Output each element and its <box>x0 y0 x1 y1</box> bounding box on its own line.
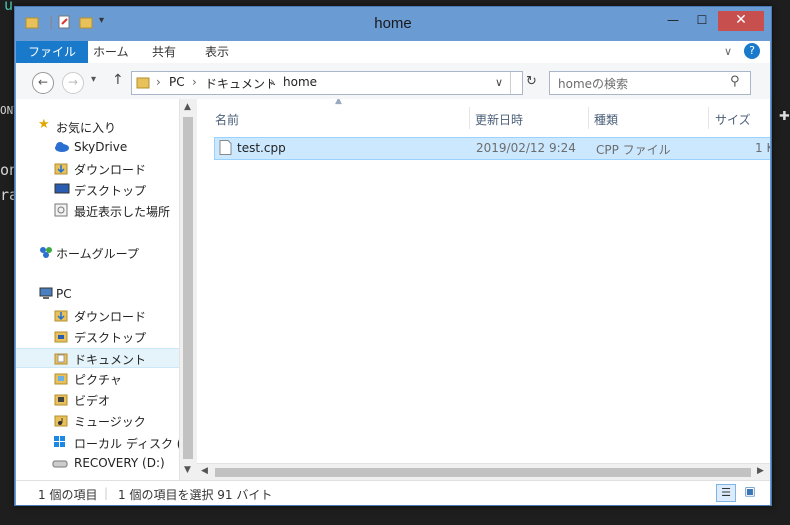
nav-item-recent-places[interactable]: 最近表示した場所 <box>16 200 179 220</box>
nav-item-fav-desktop[interactable]: デスクトップ <box>16 179 179 199</box>
videos-folder-icon <box>54 392 68 406</box>
recent-places-icon <box>54 203 68 217</box>
file-name: test.cpp <box>237 141 286 155</box>
downloads-folder-icon <box>54 308 68 322</box>
computer-icon <box>38 287 53 300</box>
ribbon-expand-icon[interactable]: ∨ <box>724 45 732 58</box>
nav-item-pc-downloads[interactable]: ダウンロード <box>16 305 179 325</box>
nav-item-pc[interactable]: PC <box>16 284 179 304</box>
star-icon: ★ <box>38 117 50 132</box>
separator: | <box>104 486 109 500</box>
breadcrumb-documents[interactable]: ドキュメント <box>205 75 277 92</box>
tab-file[interactable]: ファイル <box>16 41 89 63</box>
desktop-icon <box>54 182 70 195</box>
nav-item-skydrive[interactable]: SkyDrive <box>16 137 179 157</box>
file-modified: 2019/02/12 9:24 <box>476 141 576 155</box>
title-bar[interactable]: | ▾ home — ☐ ✕ <box>15 7 771 41</box>
address-bar-row: ← → ▾ ↑ › PC › ドキュメント › home ∨ ↻ homeの検索… <box>16 63 770 100</box>
scroll-left-icon[interactable]: ◀ <box>201 466 208 476</box>
cloud-icon <box>54 140 69 153</box>
maximize-button[interactable]: ☐ <box>689 11 715 31</box>
nav-item-local-disk[interactable]: ローカル ディスク (C <box>16 432 179 452</box>
address-dropdown-icon[interactable]: ∨ <box>495 76 503 89</box>
nav-item-documents[interactable]: ドキュメント <box>16 348 179 368</box>
up-button[interactable]: ↑ <box>112 72 124 88</box>
explorer-window: | ▾ home — ☐ ✕ ファイル ホーム 共有 表示 ∨ ? ← → ▾ … <box>14 6 772 506</box>
back-button[interactable]: ← <box>32 72 54 94</box>
forward-button[interactable]: → <box>62 72 84 94</box>
background-plus-icon: ✚ <box>779 104 790 125</box>
column-header-modified[interactable]: 更新日時 <box>470 99 588 129</box>
file-list: 名前 ▲ 更新日時 種類 サイズ test.cpp 2019/02/12 9:2… <box>197 99 770 480</box>
file-type: CPP ファイル <box>596 143 671 157</box>
windows-drive-icon <box>52 435 66 448</box>
status-selection: 1 個の項目を選択 91 バイト <box>118 488 273 502</box>
breadcrumb-home[interactable]: home <box>283 75 317 89</box>
sort-ascending-icon: ▲ <box>335 99 342 106</box>
close-button[interactable]: ✕ <box>718 11 764 31</box>
column-header-type[interactable]: 種類 <box>589 99 707 129</box>
tab-home[interactable]: ホーム <box>81 41 141 63</box>
scroll-down-icon[interactable]: ▼ <box>184 465 191 475</box>
ribbon-tabs: ファイル ホーム 共有 表示 ∨ ? <box>16 41 770 63</box>
status-item-count: 1 個の項目 <box>38 488 98 502</box>
music-folder-icon <box>54 413 68 427</box>
file-size: 1 KB <box>755 141 770 155</box>
nav-item-favorites[interactable]: ★ お気に入り <box>16 116 179 136</box>
window-title: home <box>374 15 412 32</box>
address-field[interactable]: › PC › ドキュメント › home ∨ <box>131 71 523 95</box>
search-placeholder: homeの検索 <box>558 77 629 91</box>
chevron-right-icon[interactable]: › <box>192 75 197 89</box>
nav-item-fav-downloads[interactable]: ダウンロード <box>16 158 179 178</box>
search-icon[interactable]: ⚲ <box>730 74 740 89</box>
search-input[interactable]: homeの検索 ⚲ <box>549 71 751 95</box>
pictures-folder-icon <box>54 371 68 385</box>
navigation-pane: ★ お気に入り SkyDrive ダウンロード デスクトップ 最近表示した場所 … <box>16 99 179 480</box>
tab-view[interactable]: 表示 <box>193 41 241 63</box>
refresh-icon[interactable]: ↻ <box>526 74 537 89</box>
desktop-folder-icon <box>54 329 68 343</box>
help-icon[interactable]: ? <box>744 43 760 59</box>
minimize-button[interactable]: — <box>660 11 686 31</box>
scroll-thumb[interactable] <box>215 468 751 477</box>
scroll-up-icon[interactable]: ▲ <box>184 102 191 112</box>
downloads-folder-icon <box>54 161 68 175</box>
large-icons-view-button[interactable]: ▣ <box>741 484 759 500</box>
scroll-thumb[interactable] <box>183 117 193 459</box>
drive-icon <box>52 456 68 469</box>
horizontal-scrollbar[interactable]: ◀ ▶ <box>197 463 770 481</box>
details-view-button[interactable]: ☰ <box>716 484 736 502</box>
documents-folder-icon <box>54 351 68 365</box>
breadcrumb-pc[interactable]: PC <box>169 75 185 89</box>
tab-share[interactable]: 共有 <box>140 41 188 63</box>
column-header-name[interactable]: 名前 ▲ <box>197 99 467 129</box>
chevron-right-icon[interactable]: › <box>270 75 275 89</box>
homegroup-icon <box>38 245 52 258</box>
separator <box>510 72 511 94</box>
nav-item-music[interactable]: ミュージック <box>16 410 179 430</box>
navigation-scrollbar[interactable]: ▲ ▼ <box>179 99 197 480</box>
scroll-right-icon[interactable]: ▶ <box>757 466 764 476</box>
file-icon <box>219 140 232 158</box>
nav-item-recovery[interactable]: RECOVERY (D:) <box>16 453 179 473</box>
nav-item-pictures[interactable]: ピクチャ <box>16 368 179 388</box>
nav-item-videos[interactable]: ビデオ <box>16 389 179 409</box>
folder-icon <box>136 75 150 92</box>
recent-locations-icon[interactable]: ▾ <box>91 74 96 85</box>
table-row[interactable]: test.cpp 2019/02/12 9:24 CPP ファイル 1 KB <box>214 137 770 160</box>
nav-item-pc-desktop[interactable]: デスクトップ <box>16 326 179 346</box>
nav-item-homegroup[interactable]: ホームグループ <box>16 242 179 262</box>
status-bar: 1 個の項目 | 1 個の項目を選択 91 バイト ☰ ▣ <box>16 480 770 505</box>
column-header-size[interactable]: サイズ <box>709 99 770 129</box>
chevron-right-icon[interactable]: › <box>156 75 161 89</box>
